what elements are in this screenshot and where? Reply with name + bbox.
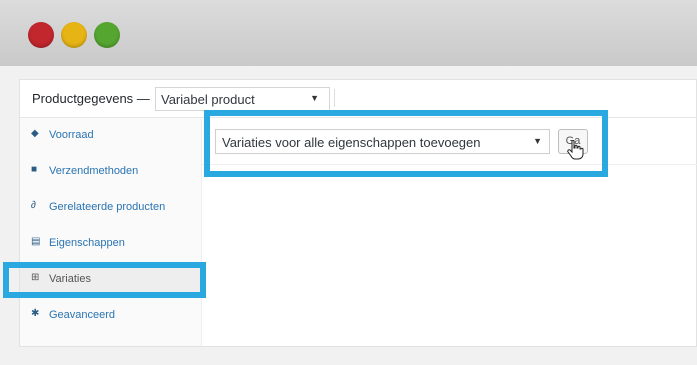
tab-label: Voorraad — [49, 129, 94, 141]
tab-geavanceerd[interactable]: ✱ Geavanceerd — [20, 298, 202, 334]
tab-gerelateerde-producten[interactable]: ∂ Gerelateerde producten — [20, 190, 202, 226]
tab-label: Geavanceerd — [49, 309, 116, 321]
variations-toolbar: Variaties voor alle eigenschappen toevoe… — [202, 118, 697, 165]
product-type-select[interactable]: Variabel product ▼ — [155, 87, 330, 111]
tab-label: Variaties — [49, 273, 91, 285]
variation-action-select[interactable]: Variaties voor alle eigenschappen toevoe… — [215, 129, 550, 154]
product-type-value: Variabel product — [161, 92, 255, 107]
product-data-panel: Productgegevens — Variabel product ▼ ◆ V… — [19, 79, 697, 347]
tab-verzendmethoden[interactable]: ■ Verzendmethoden — [20, 154, 202, 190]
tab-label: Gerelateerde producten — [49, 201, 166, 213]
chevron-down-icon: ▼ — [310, 93, 319, 103]
chevron-down-icon: ▼ — [533, 136, 542, 146]
tab-variaties[interactable]: ⊞ Variaties — [20, 262, 202, 298]
window-titlebar — [0, 0, 697, 66]
product-data-tabs: ◆ Voorraad ■ Verzendmethoden ∂ Gerelatee… — [20, 118, 202, 346]
variation-action-value: Variaties voor alle eigenschappen toevoe… — [222, 135, 481, 150]
truck-icon: ■ — [31, 164, 38, 175]
list-icon: ▤ — [31, 236, 41, 247]
grid-icon: ⊞ — [31, 272, 40, 283]
maximize-window-button[interactable] — [94, 22, 120, 48]
header-divider — [334, 89, 335, 107]
link-icon: ∂ — [31, 200, 36, 211]
tab-eigenschappen[interactable]: ▤ Eigenschappen — [20, 226, 202, 262]
tab-label: Eigenschappen — [49, 237, 125, 249]
tag-icon: ◆ — [31, 128, 39, 139]
hand-cursor-icon — [567, 140, 584, 160]
minimize-window-button[interactable] — [61, 22, 87, 48]
product-data-label: Productgegevens — — [32, 91, 150, 106]
tab-voorraad[interactable]: ◆ Voorraad — [20, 118, 202, 154]
gear-icon: ✱ — [31, 308, 40, 319]
close-window-button[interactable] — [28, 22, 54, 48]
tab-label: Verzendmethoden — [49, 165, 139, 177]
panel-header: Productgegevens — Variabel product ▼ — [20, 80, 696, 118]
